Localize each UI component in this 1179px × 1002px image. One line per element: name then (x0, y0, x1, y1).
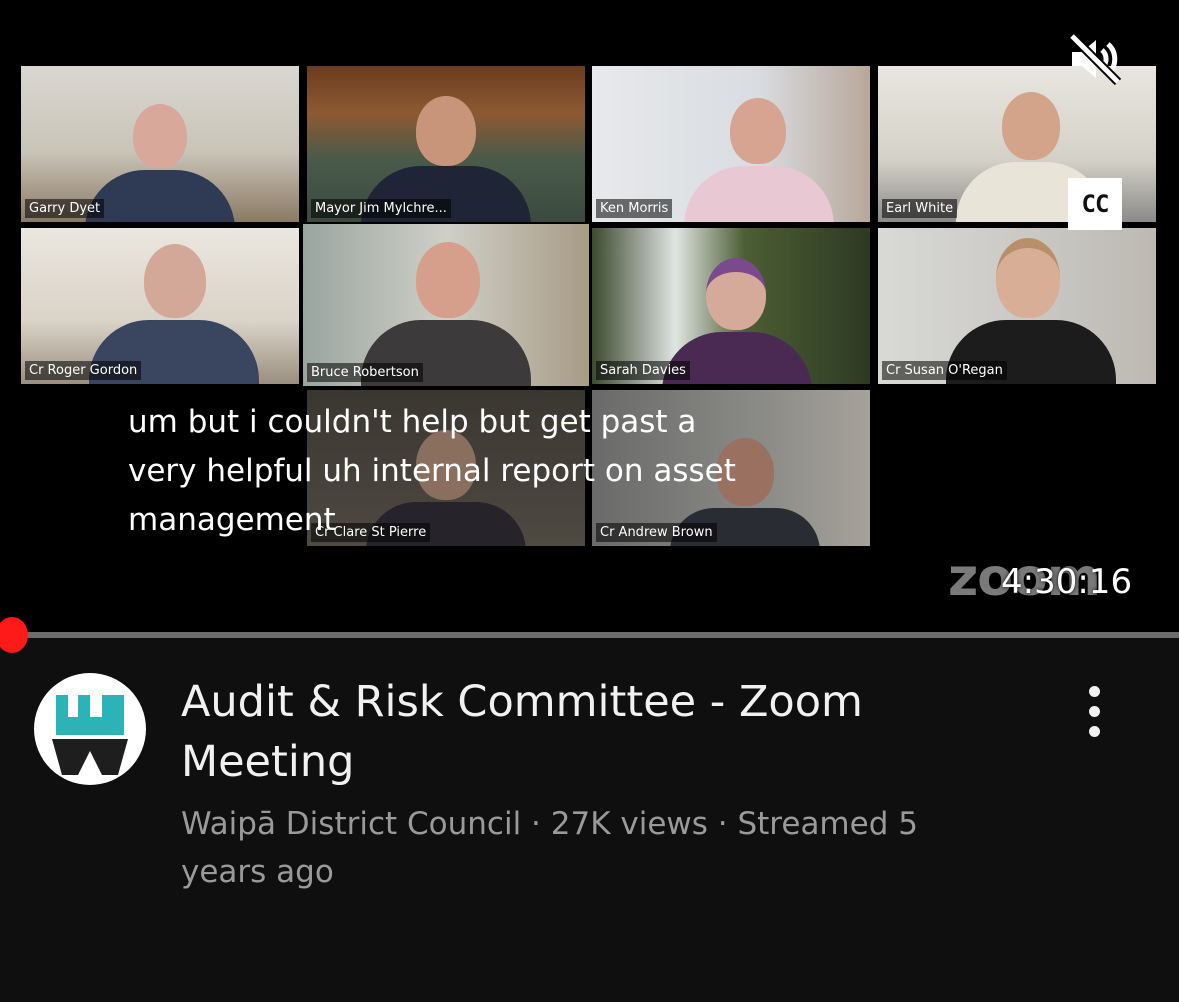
video-title[interactable]: Audit & Risk Committee - Zoom Meeting (181, 672, 961, 792)
participant-tile: Ken Morris (592, 66, 870, 222)
participant-tile: Garry Dyet (21, 66, 299, 222)
participant-tile: Sarah Davies (592, 228, 870, 384)
participant-name: Bruce Robertson (307, 363, 423, 382)
caption-line: um but i couldn't help but get past a (128, 404, 697, 440)
closed-captions-icon[interactable]: CC (1068, 178, 1122, 230)
participant-name: Mayor Jim Mylchre... (311, 199, 451, 218)
participant-name: Garry Dyet (25, 199, 105, 218)
participant-name: Cr Roger Gordon (25, 361, 142, 380)
participant-tile: Mayor Jim Mylchre... (307, 66, 585, 222)
video-player[interactable]: Garry Dyet Mayor Jim Mylchre... Ken Morr… (0, 0, 1179, 634)
video-timestamp: 4:30:16 (1001, 562, 1133, 602)
participant-name: Sarah Davies (596, 361, 690, 380)
more-vertical-icon[interactable] (1074, 684, 1116, 740)
progress-bar[interactable] (0, 632, 1179, 638)
progress-scrubber[interactable] (0, 617, 28, 653)
caption-line: management (128, 502, 336, 538)
caption-text: um but i couldn't help but get past a ve… (128, 398, 848, 545)
channel-logo (52, 695, 128, 775)
participant-tile: Cr Susan O'Regan (878, 228, 1156, 384)
participant-name: Earl White (882, 199, 958, 218)
volume-muted-icon[interactable] (1066, 30, 1124, 88)
participant-tile-active-speaker: Bruce Robertson (303, 224, 589, 386)
participant-name: Ken Morris (596, 199, 673, 218)
participant-tile: Cr Roger Gordon (21, 228, 299, 384)
caption-line: very helpful uh internal report on asset (128, 453, 736, 489)
video-metadata: Waipā District Council · 27K views · Str… (181, 806, 918, 890)
channel-avatar[interactable] (34, 673, 146, 785)
participant-name: Cr Susan O'Regan (882, 361, 1007, 380)
